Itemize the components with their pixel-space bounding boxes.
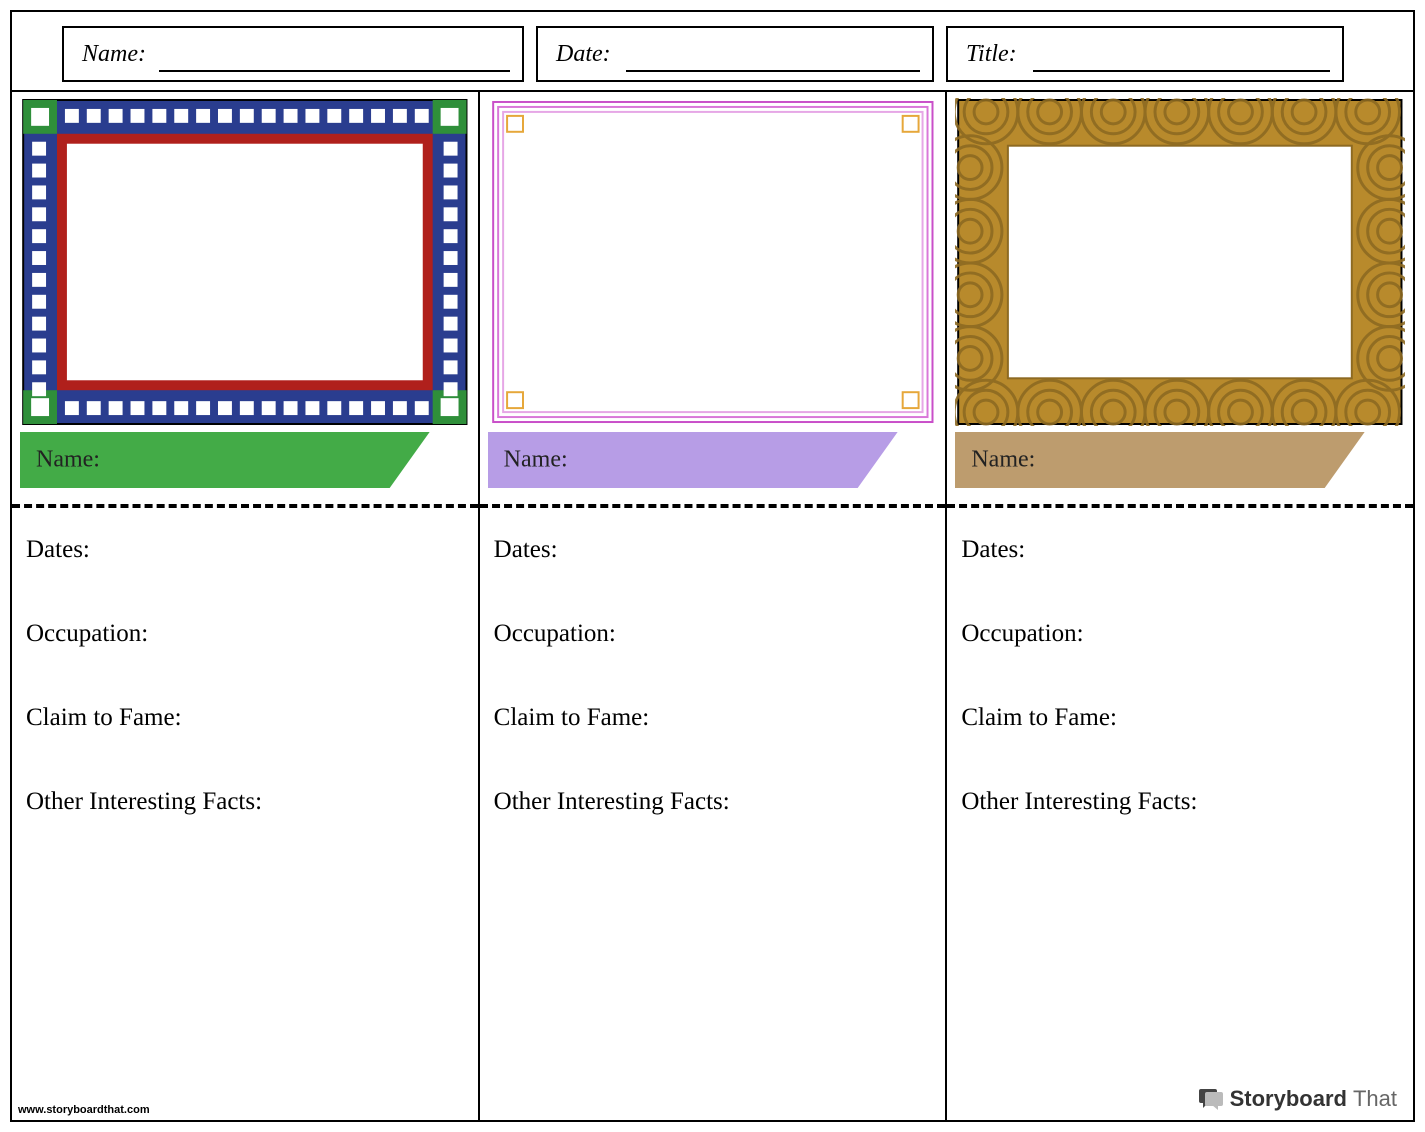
dashed-separator-1	[12, 494, 478, 514]
header-title-box[interactable]: Title:	[946, 26, 1344, 82]
name-label-2: Name:	[504, 447, 568, 474]
dates-label-2: Dates:	[494, 536, 932, 564]
speech-bubble-icon	[1198, 1088, 1224, 1110]
claim-label-2: Claim to Fame:	[494, 704, 932, 732]
card-column-1: Name: Dates: Occupation: Claim to Fame: …	[12, 90, 478, 1120]
decorative-frame-2	[488, 98, 938, 426]
facts-label-2: Other Interesting Facts:	[494, 788, 932, 816]
brand-b: That	[1353, 1086, 1397, 1112]
header-date-line	[626, 70, 920, 72]
card-column-3: Name: Dates: Occupation: Claim to Fame: …	[945, 90, 1413, 1120]
name-banner-3[interactable]: Name:	[955, 432, 1405, 488]
header-row: Name: Date: Title:	[12, 12, 1413, 90]
header-date-label: Date:	[556, 41, 611, 68]
header-name-line	[159, 70, 510, 72]
dashed-separator-2	[480, 494, 946, 514]
header-date-box[interactable]: Date:	[536, 26, 934, 82]
header-title-line	[1033, 70, 1330, 72]
header-name-box[interactable]: Name:	[62, 26, 524, 82]
dates-label-3: Dates:	[961, 536, 1399, 564]
header-name-label: Name:	[82, 41, 146, 68]
dashed-separator-3	[947, 494, 1413, 514]
frame-3	[947, 92, 1413, 432]
facts-label-3: Other Interesting Facts:	[961, 788, 1399, 816]
body-row: Name: Dates: Occupation: Claim to Fame: …	[12, 90, 1413, 1120]
name-label-3: Name:	[971, 447, 1035, 474]
decorative-frame-1	[20, 98, 470, 426]
footer-logo: StoryboardThat	[1198, 1086, 1397, 1112]
header-title-label: Title:	[966, 41, 1017, 68]
occupation-label-3: Occupation:	[961, 620, 1399, 648]
decorative-frame-3	[955, 98, 1405, 426]
facts-label-1: Other Interesting Facts:	[26, 788, 464, 816]
info-block-1: Dates: Occupation: Claim to Fame: Other …	[12, 514, 478, 1120]
frame-2	[480, 92, 946, 432]
brand-a: Storyboard	[1230, 1086, 1347, 1112]
frame-1	[12, 92, 478, 432]
claim-label-1: Claim to Fame:	[26, 704, 464, 732]
card-column-2: Name: Dates: Occupation: Claim to Fame: …	[478, 90, 946, 1120]
dates-label-1: Dates:	[26, 536, 464, 564]
occupation-label-2: Occupation:	[494, 620, 932, 648]
info-block-2: Dates: Occupation: Claim to Fame: Other …	[480, 514, 946, 1120]
claim-label-3: Claim to Fame:	[961, 704, 1399, 732]
name-banner-1[interactable]: Name:	[20, 432, 470, 488]
footer-url: www.storyboardthat.com	[18, 1104, 150, 1116]
occupation-label-1: Occupation:	[26, 620, 464, 648]
name-banner-2[interactable]: Name:	[488, 432, 938, 488]
name-label-1: Name:	[36, 447, 100, 474]
info-block-3: Dates: Occupation: Claim to Fame: Other …	[947, 514, 1413, 1120]
worksheet-page: Name: Date: Title:	[10, 10, 1415, 1122]
